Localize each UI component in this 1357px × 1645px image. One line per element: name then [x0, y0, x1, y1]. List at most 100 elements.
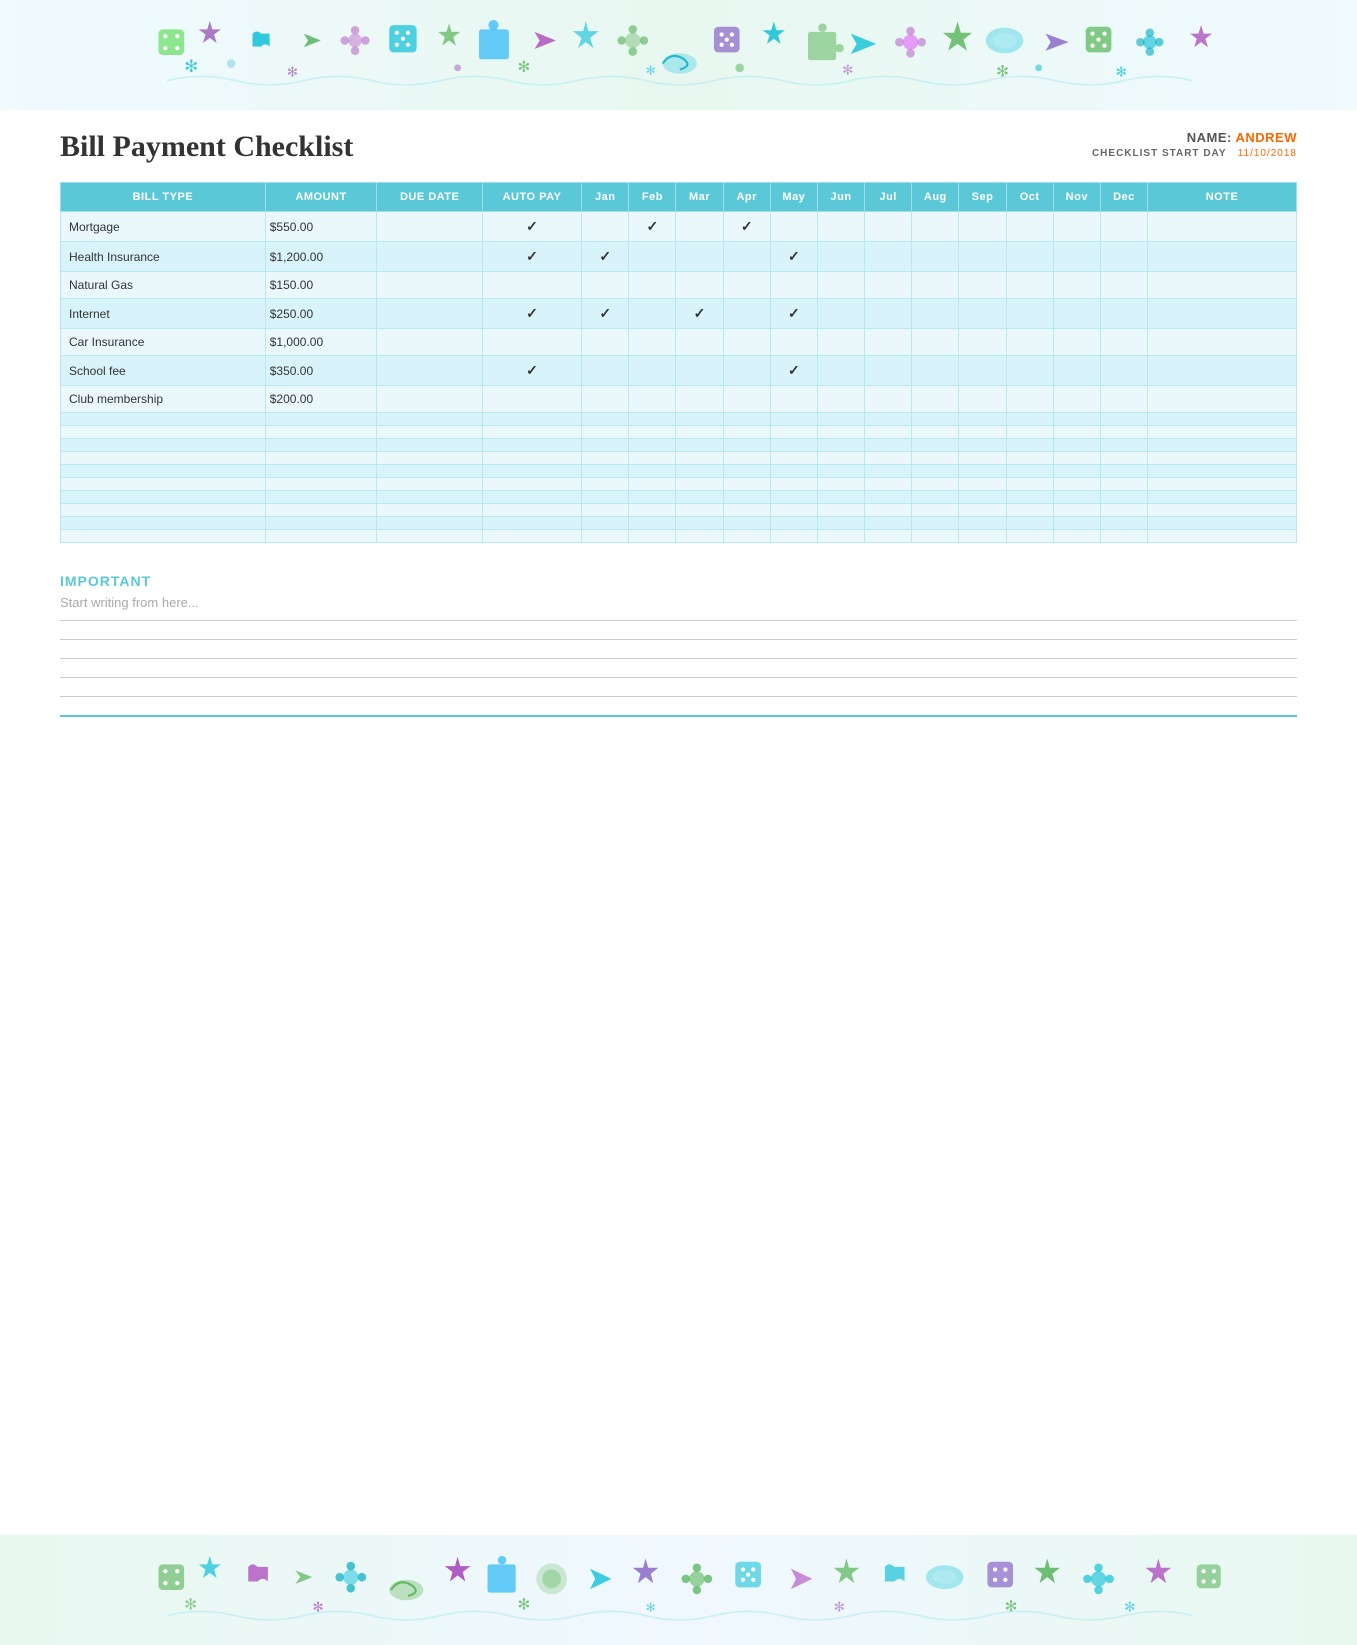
cell-aug[interactable]: [912, 356, 959, 386]
cell-amount[interactable]: [265, 504, 377, 517]
cell-aug[interactable]: [912, 439, 959, 452]
cell-auto_pay[interactable]: [482, 517, 581, 530]
cell-oct[interactable]: [1006, 356, 1053, 386]
cell-jul[interactable]: [865, 329, 912, 356]
cell-feb[interactable]: [629, 242, 676, 272]
cell-apr[interactable]: [723, 426, 770, 439]
cell-bill_type[interactable]: Club membership: [61, 386, 266, 413]
cell-due_date[interactable]: [377, 212, 482, 242]
cell-jun[interactable]: [817, 465, 864, 478]
cell-dec[interactable]: [1100, 465, 1147, 478]
cell-dec[interactable]: [1100, 491, 1147, 504]
cell-may[interactable]: [770, 452, 817, 465]
cell-amount[interactable]: [265, 439, 377, 452]
cell-nov[interactable]: [1053, 356, 1100, 386]
cell-nov[interactable]: [1053, 517, 1100, 530]
cell-oct[interactable]: [1006, 386, 1053, 413]
cell-jun[interactable]: [817, 329, 864, 356]
cell-mar[interactable]: [676, 452, 723, 465]
cell-jan[interactable]: ✓: [582, 299, 629, 329]
cell-amount[interactable]: $550.00: [265, 212, 377, 242]
cell-aug[interactable]: [912, 491, 959, 504]
cell-apr[interactable]: [723, 465, 770, 478]
cell-jul[interactable]: [865, 465, 912, 478]
cell-feb[interactable]: [629, 413, 676, 426]
cell-jul[interactable]: [865, 452, 912, 465]
cell-jan[interactable]: [582, 465, 629, 478]
cell-note[interactable]: [1148, 530, 1297, 543]
cell-note[interactable]: [1148, 272, 1297, 299]
cell-mar[interactable]: [676, 413, 723, 426]
cell-mar[interactable]: ✓: [676, 299, 723, 329]
cell-auto_pay[interactable]: [482, 530, 581, 543]
cell-mar[interactable]: [676, 426, 723, 439]
cell-jul[interactable]: [865, 439, 912, 452]
cell-due_date[interactable]: [377, 426, 482, 439]
cell-jan[interactable]: [582, 504, 629, 517]
cell-sep[interactable]: [959, 530, 1006, 543]
cell-dec[interactable]: [1100, 530, 1147, 543]
cell-dec[interactable]: [1100, 478, 1147, 491]
cell-bill_type[interactable]: [61, 478, 266, 491]
cell-apr[interactable]: [723, 242, 770, 272]
cell-dec[interactable]: [1100, 517, 1147, 530]
cell-jun[interactable]: [817, 212, 864, 242]
cell-nov[interactable]: [1053, 465, 1100, 478]
cell-mar[interactable]: [676, 504, 723, 517]
cell-amount[interactable]: [265, 426, 377, 439]
cell-auto_pay[interactable]: ✓: [482, 242, 581, 272]
cell-note[interactable]: [1148, 504, 1297, 517]
cell-due_date[interactable]: [377, 517, 482, 530]
cell-jan[interactable]: [582, 212, 629, 242]
cell-apr[interactable]: [723, 272, 770, 299]
cell-sep[interactable]: [959, 452, 1006, 465]
cell-jun[interactable]: [817, 530, 864, 543]
cell-jul[interactable]: [865, 504, 912, 517]
cell-sep[interactable]: [959, 465, 1006, 478]
cell-aug[interactable]: [912, 517, 959, 530]
cell-apr[interactable]: [723, 452, 770, 465]
cell-feb[interactable]: [629, 426, 676, 439]
cell-bill_type[interactable]: [61, 465, 266, 478]
cell-amount[interactable]: [265, 517, 377, 530]
cell-jan[interactable]: [582, 386, 629, 413]
cell-jun[interactable]: [817, 386, 864, 413]
cell-jan[interactable]: [582, 478, 629, 491]
cell-dec[interactable]: [1100, 426, 1147, 439]
cell-sep[interactable]: [959, 356, 1006, 386]
cell-may[interactable]: [770, 426, 817, 439]
cell-oct[interactable]: [1006, 465, 1053, 478]
cell-oct[interactable]: [1006, 272, 1053, 299]
cell-oct[interactable]: [1006, 517, 1053, 530]
cell-oct[interactable]: [1006, 242, 1053, 272]
cell-dec[interactable]: [1100, 356, 1147, 386]
cell-bill_type[interactable]: Natural Gas: [61, 272, 266, 299]
cell-jan[interactable]: [582, 426, 629, 439]
cell-oct[interactable]: [1006, 439, 1053, 452]
cell-jul[interactable]: [865, 426, 912, 439]
cell-mar[interactable]: [676, 517, 723, 530]
cell-feb[interactable]: [629, 356, 676, 386]
cell-bill_type[interactable]: Car Insurance: [61, 329, 266, 356]
cell-aug[interactable]: [912, 413, 959, 426]
cell-due_date[interactable]: [377, 272, 482, 299]
cell-jan[interactable]: [582, 439, 629, 452]
cell-sep[interactable]: [959, 329, 1006, 356]
cell-oct[interactable]: [1006, 329, 1053, 356]
cell-jun[interactable]: [817, 299, 864, 329]
cell-feb[interactable]: [629, 299, 676, 329]
cell-amount[interactable]: $1,200.00: [265, 242, 377, 272]
cell-jan[interactable]: [582, 356, 629, 386]
cell-may[interactable]: ✓: [770, 356, 817, 386]
cell-auto_pay[interactable]: [482, 413, 581, 426]
cell-due_date[interactable]: [377, 299, 482, 329]
cell-aug[interactable]: [912, 530, 959, 543]
cell-jun[interactable]: [817, 478, 864, 491]
cell-may[interactable]: [770, 413, 817, 426]
cell-auto_pay[interactable]: [482, 478, 581, 491]
cell-aug[interactable]: [912, 465, 959, 478]
cell-bill_type[interactable]: [61, 491, 266, 504]
cell-dec[interactable]: [1100, 212, 1147, 242]
cell-oct[interactable]: [1006, 426, 1053, 439]
cell-mar[interactable]: [676, 530, 723, 543]
